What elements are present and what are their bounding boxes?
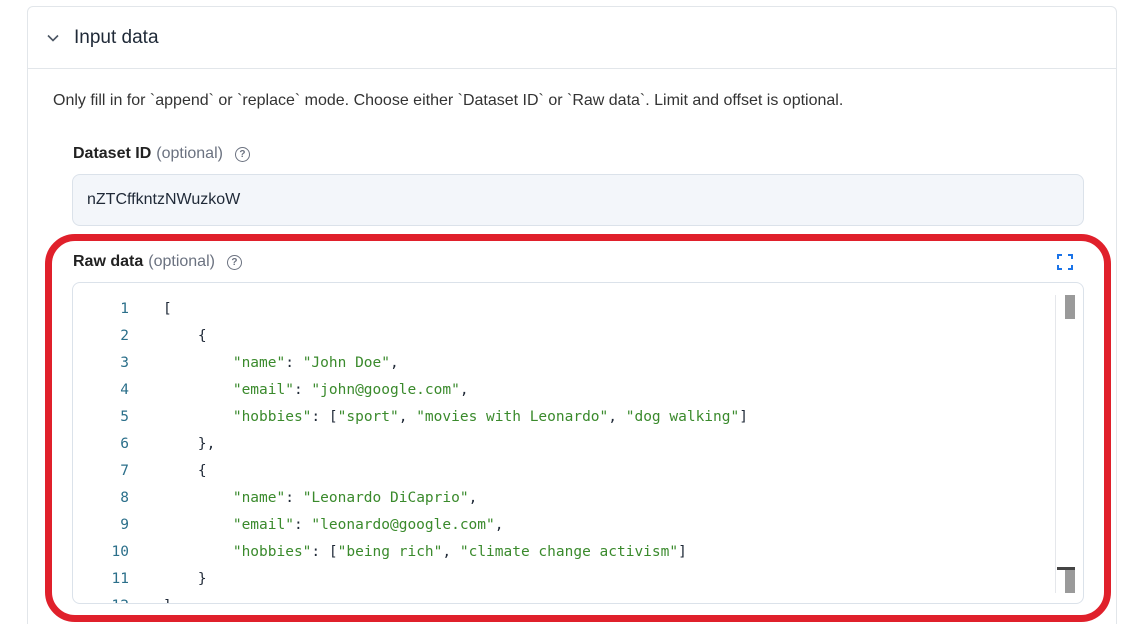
line-number: 10 [111, 543, 129, 560]
code-line: 1[ [73, 295, 748, 322]
raw-data-editor[interactable]: 1[2 {3 "name": "John Doe", 4 "email": "jo… [72, 282, 1084, 604]
code-token: { [163, 462, 207, 479]
code-token: ] [739, 408, 748, 425]
line-number: 9 [120, 516, 129, 533]
code-token: : [ [311, 543, 338, 560]
code-token: : [ [311, 408, 338, 425]
code-token: , [468, 489, 478, 506]
code-lines: 1[2 {3 "name": "John Doe", 4 "email": "jo… [73, 295, 748, 604]
code-line: 2 { [73, 322, 748, 349]
code-token: : [293, 516, 312, 533]
code-token: , [459, 381, 469, 398]
code-text: "email": "john@google.com", [163, 382, 469, 398]
raw-data-label-text: Raw data [73, 253, 144, 270]
dataset-id-input[interactable]: nZTCffkntzNWuzkoW [72, 174, 1084, 226]
code-text: { [163, 328, 207, 344]
code-text: [ [163, 301, 172, 317]
line-number: 12 [73, 598, 129, 604]
code-text: ] [163, 598, 172, 604]
code-text: "email": "leonardo@google.com", [163, 516, 504, 533]
chevron-down-icon[interactable] [46, 31, 60, 45]
dataset-id-optional: (optional) [156, 145, 223, 162]
line-number: 2 [120, 327, 129, 344]
code-token: }, [163, 435, 216, 452]
string-token: "Leonardo DiCaprio" [302, 489, 469, 506]
code-text: "hobbies": ["being rich", "climate chang… [163, 544, 687, 560]
code-token: [ [163, 300, 172, 317]
code-token: : [293, 381, 312, 398]
line-number: 7 [120, 462, 129, 479]
question-circle-icon[interactable]: ? [226, 254, 242, 270]
code-line: 9 "email": "leonardo@google.com", [73, 511, 748, 538]
string-token: "John Doe" [302, 354, 391, 371]
code-token: ] [678, 543, 687, 560]
input-data-header[interactable]: Input data [28, 7, 1116, 69]
code-token: ] [163, 598, 172, 604]
code-text: "name": "John Doe", [163, 355, 399, 371]
string-token: "movies with Leonardo" [416, 408, 609, 425]
line-number: 8 [120, 489, 129, 506]
code-line: 12] [73, 592, 748, 604]
code-text: } [163, 571, 207, 587]
line-number: 11 [111, 570, 129, 587]
code-text: { [163, 463, 207, 479]
code-line: 7 { [73, 457, 748, 484]
code-text: "hobbies": ["sport", "movies with Leonar… [163, 409, 748, 425]
code-line: 6 }, [73, 430, 748, 457]
scrollbar-end [1065, 567, 1075, 593]
line-number: 1 [120, 300, 129, 317]
line-number: 6 [120, 435, 129, 452]
string-token: "dog walking" [625, 408, 740, 425]
line-number: 4 [120, 381, 129, 398]
code-token: , [608, 408, 626, 425]
string-token: "hobbies" [232, 408, 312, 425]
string-token: "being rich" [337, 543, 443, 560]
string-token: "name" [232, 489, 286, 506]
code-token: : [285, 489, 303, 506]
panel-title: Input data [74, 26, 159, 48]
code-token: { [163, 327, 207, 344]
string-token: "leonardo@google.com" [311, 516, 495, 533]
code-token: } [163, 570, 207, 587]
code-line: 11 } [73, 565, 748, 592]
string-token: "sport" [337, 408, 399, 425]
code-line: 8 "name": "Leonardo DiCaprio", [73, 484, 748, 511]
code-text: "name": "Leonardo DiCaprio", [163, 490, 477, 506]
code-line: 10 "hobbies": ["being rich", "climate ch… [73, 538, 748, 565]
question-circle-icon[interactable]: ? [234, 146, 250, 162]
code-line: 4 "email": "john@google.com", [73, 376, 748, 403]
code-token: : [285, 354, 303, 371]
dataset-id-label: Dataset ID (optional) ? [73, 145, 250, 163]
code-text: }, [163, 436, 215, 452]
scrollbar[interactable] [1055, 295, 1075, 593]
code-line: 5 "hobbies": ["sport", "movies with Leon… [73, 403, 748, 430]
expand-icon[interactable] [1057, 254, 1073, 270]
code-line: 3 "name": "John Doe", [73, 349, 748, 376]
string-token: "hobbies" [232, 543, 312, 560]
code-token: , [390, 354, 399, 371]
code-token: , [398, 408, 417, 425]
string-token: "email" [232, 516, 294, 533]
code-token: , [494, 516, 504, 533]
section-description: Only fill in for `append` or `replace` m… [53, 92, 844, 109]
line-number: 5 [120, 408, 129, 425]
string-token: "email" [232, 381, 294, 398]
line-number: 3 [120, 354, 129, 371]
code-token: , [442, 543, 460, 560]
dataset-id-label-text: Dataset ID [73, 145, 152, 162]
string-token: "name" [232, 354, 286, 371]
raw-data-label: Raw data (optional) ? [73, 253, 242, 271]
raw-data-optional: (optional) [148, 253, 215, 270]
string-token: "john@google.com" [311, 381, 460, 398]
scrollbar-thumb[interactable] [1065, 295, 1075, 319]
string-token: "climate change activism" [459, 543, 679, 560]
